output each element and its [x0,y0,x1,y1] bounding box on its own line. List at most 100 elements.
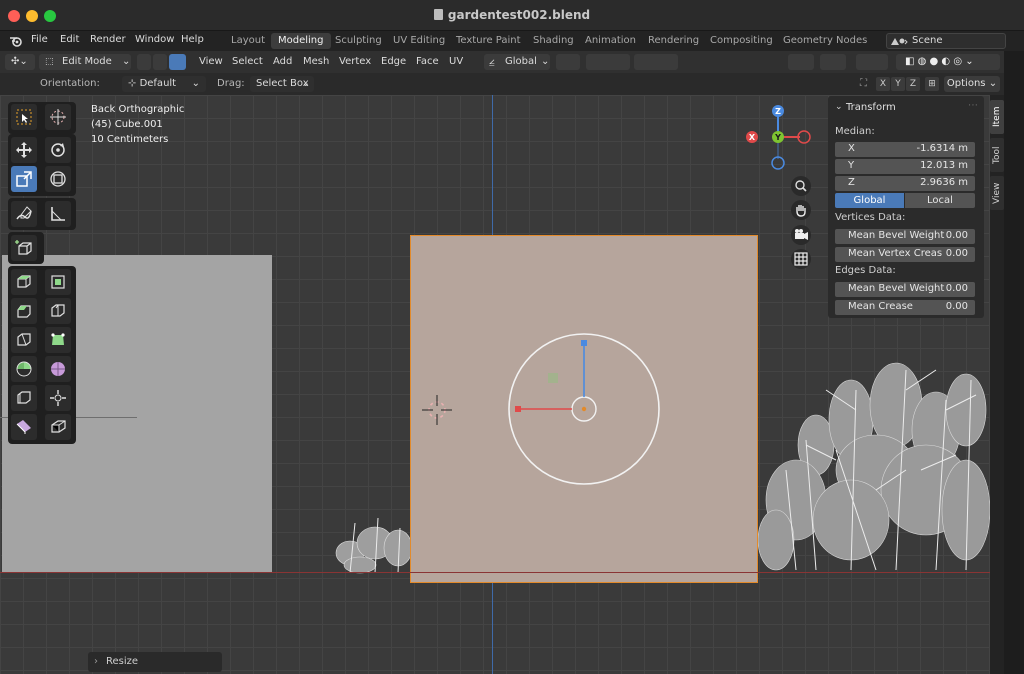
menu-view[interactable]: View [199,54,223,70]
mirror-x-toggle[interactable]: X [876,77,890,91]
topology-mirror-toggle[interactable]: ⊞ [925,77,939,91]
menu-window[interactable]: Window [135,34,174,45]
rotate-icon [51,143,65,157]
tab-modeling[interactable]: Modeling [271,33,331,49]
options-label: Options [946,78,986,89]
rip-region-tool[interactable] [45,414,71,440]
add-cube-tool[interactable] [11,235,37,261]
face-select-button[interactable] [169,54,186,70]
field-value: 0.00 [945,301,968,312]
scale-gizmo[interactable] [500,325,670,495]
transform-tool[interactable] [45,166,71,192]
overlay-toggle[interactable] [856,54,888,70]
menu-vertex[interactable]: Vertex [339,54,371,70]
menu-add[interactable]: Add [273,54,292,70]
measure-tool[interactable] [45,201,71,227]
drag-handle-icon[interactable]: ⋯ [968,100,978,111]
mean-vertex-crease-field[interactable]: Mean Vertex Creas 0.00 [835,247,975,262]
tab-uv-editing[interactable]: UV Editing [386,33,452,49]
scene-icon [891,38,908,45]
tab-compositing[interactable]: Compositing [703,33,780,49]
scale-tool[interactable] [11,166,37,192]
menu-help[interactable]: Help [181,34,204,45]
annotate-tool[interactable] [11,201,37,227]
tool-settings-bar: Orientation: ⊹ Default ⌄ Drag: Select Box… [0,73,1024,95]
edge-slide-tool[interactable] [11,385,37,411]
mean-bevel-weight-vertex-field[interactable]: Mean Bevel Weight 0.00 [835,229,975,244]
window-title: gardentest002.blend [0,8,1024,22]
blender-logo-icon[interactable] [9,35,23,47]
gizmo-visibility-selector[interactable] [788,54,814,70]
pivot-point-selector[interactable] [556,54,580,70]
loop-cut-icon [51,304,65,317]
tab-texture-paint[interactable]: Texture Paint [449,33,528,49]
mean-bevel-weight-edge-field[interactable]: Mean Bevel Weight 0.00 [835,282,975,297]
tab-item[interactable]: Item [990,100,1004,134]
chevron-down-icon: ⌄ [122,56,131,67]
local-toggle[interactable]: Local [905,193,975,208]
grid-view-icon[interactable] [790,248,812,270]
menu-edit[interactable]: Edit [60,34,79,45]
operator-redo-panel[interactable]: › Resize [88,652,222,672]
menu-file[interactable]: File [31,34,48,45]
snapping-selector[interactable] [586,54,630,70]
options-dropdown[interactable]: Options ⌄ [944,76,1000,92]
camera-icon[interactable] [790,224,812,246]
overlay-selector[interactable] [820,54,846,70]
move-tool[interactable] [11,137,37,163]
orientation-dropdown[interactable]: ⊹ Default ⌄ [122,76,206,92]
menu-face[interactable]: Face [416,54,439,70]
tab-sculpting[interactable]: Sculpting [328,33,389,49]
median-z-field[interactable]: Z 2.9636 m [835,176,975,191]
tab-layout[interactable]: Layout [224,33,272,49]
smooth-tool[interactable] [45,356,71,382]
drag-dropdown[interactable]: Select Box ⌄ [250,76,314,92]
tab-geometry-nodes[interactable]: Geometry Nodes [776,33,874,49]
pan-hand-icon[interactable] [790,199,812,221]
extrude-region-tool[interactable] [11,269,37,295]
median-x-field[interactable]: X -1.6314 m [835,142,975,157]
menu-uv[interactable]: UV [449,54,463,70]
mean-crease-field[interactable]: Mean Crease 0.00 [835,300,975,315]
bevel-tool[interactable] [11,298,37,324]
transform-panel: ⌄ Transform ⋯ Median: X -1.6314 m Y 12.013… [828,96,984,318]
cursor-tool[interactable] [45,104,71,130]
tab-shading[interactable]: Shading [526,33,581,49]
vertex-select-button[interactable] [137,54,151,70]
edge-select-button[interactable] [153,54,167,70]
tab-rendering[interactable]: Rendering [641,33,706,49]
tab-tool[interactable]: Tool [990,138,1004,172]
spin-tool[interactable] [11,356,37,382]
loop-cut-tool[interactable] [45,298,71,324]
orientation-gizmo-icon: ⊹ [128,78,140,89]
navigation-gizmo[interactable]: Z Y X [738,101,818,175]
knife-tool[interactable] [11,327,37,353]
x-axis-line [0,572,990,573]
median-y-field[interactable]: Y 12.013 m [835,159,975,174]
select-box-tool[interactable] [11,104,37,130]
edit-mode-icon: ⬚ [45,57,54,67]
global-toggle[interactable]: Global [835,193,904,208]
transform-icon [50,171,66,187]
poly-build-tool[interactable] [45,327,71,353]
rotate-tool[interactable] [45,137,71,163]
inset-faces-tool[interactable] [45,269,71,295]
shear-tool[interactable] [11,414,37,440]
tab-animation[interactable]: Animation [578,33,643,49]
field-label: Y [848,160,855,171]
field-value: 2.9636 m [920,177,968,188]
mirror-y-toggle[interactable]: Y [891,77,905,91]
chevron-down-icon[interactable]: ⌄ [835,102,843,112]
field-value: 0.00 [945,283,968,294]
proportional-editing-selector[interactable] [634,54,678,70]
menu-mesh[interactable]: Mesh [303,54,329,70]
orientation-icon: ⦤ [489,56,495,67]
menu-edge[interactable]: Edge [381,54,406,70]
menu-render[interactable]: Render [90,34,126,45]
zoom-icon[interactable] [790,175,812,197]
shrink-fatten-tool[interactable] [45,385,71,411]
cursor-icon [50,109,66,125]
menu-select[interactable]: Select [232,54,263,70]
mirror-z-toggle[interactable]: Z [906,77,920,91]
tab-view[interactable]: View [990,176,1004,210]
